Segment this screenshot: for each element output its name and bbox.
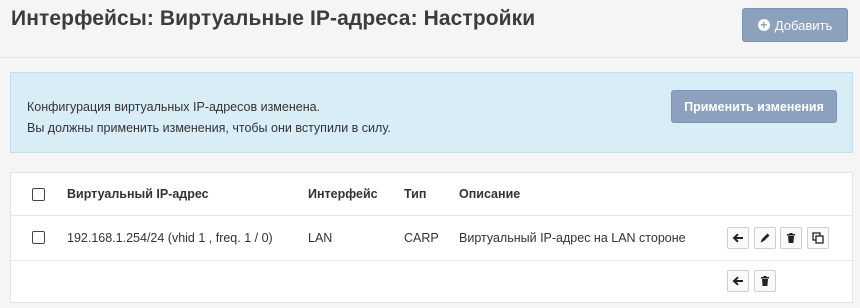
trash-icon bbox=[761, 276, 769, 286]
page-header: Интерфейсы: Виртуальные IP-адреса: Настр… bbox=[0, 0, 860, 58]
edit-row-button[interactable] bbox=[754, 227, 776, 249]
pencil-icon bbox=[760, 233, 770, 243]
column-header-description: Описание bbox=[459, 187, 521, 201]
apply-changes-button[interactable]: Применить изменения bbox=[671, 90, 837, 123]
cell-type: CARP bbox=[404, 231, 439, 245]
cell-address: 192.168.1.254/24 (vhid 1 , freq. 1 / 0) bbox=[67, 231, 273, 245]
select-all-checkbox[interactable] bbox=[32, 188, 45, 201]
column-header-interface: Интерфейс bbox=[308, 187, 378, 201]
table-footer-row bbox=[11, 261, 852, 303]
clone-row-button[interactable] bbox=[807, 227, 829, 249]
move-selected-button[interactable] bbox=[727, 270, 749, 292]
move-row-button[interactable] bbox=[727, 227, 749, 249]
alert-message-line1: Конфигурация виртуальных IP-адресов изме… bbox=[27, 100, 321, 114]
column-header-type: Тип bbox=[404, 187, 427, 201]
copy-icon bbox=[812, 232, 824, 244]
table-header-row: Виртуальный IP-адрес Интерфейс Тип Описа… bbox=[11, 173, 852, 216]
cell-description: Виртуальный IP-адрес на LAN стороне bbox=[459, 231, 686, 245]
changes-alert: Конфигурация виртуальных IP-адресов изме… bbox=[10, 72, 853, 153]
page-title: Интерфейсы: Виртуальные IP-адреса: Настр… bbox=[11, 7, 536, 30]
row-checkbox[interactable] bbox=[32, 231, 45, 244]
column-header-address: Виртуальный IP-адрес bbox=[67, 187, 209, 201]
cell-interface: LAN bbox=[308, 231, 333, 245]
add-button-label: Добавить bbox=[774, 17, 833, 33]
virtual-ip-table: Виртуальный IP-адрес Интерфейс Тип Описа… bbox=[10, 172, 853, 303]
arrow-left-icon bbox=[732, 276, 743, 286]
delete-row-button[interactable] bbox=[780, 227, 802, 249]
alert-message-line2: Вы должны применить изменения, чтобы они… bbox=[27, 121, 391, 135]
plus-circle-icon: + bbox=[757, 19, 770, 31]
trash-icon bbox=[787, 233, 795, 243]
table-row: 192.168.1.254/24 (vhid 1 , freq. 1 / 0) … bbox=[11, 216, 852, 261]
arrow-left-icon bbox=[732, 233, 743, 243]
delete-selected-button[interactable] bbox=[754, 270, 776, 292]
add-button[interactable]: + Добавить bbox=[742, 8, 848, 42]
